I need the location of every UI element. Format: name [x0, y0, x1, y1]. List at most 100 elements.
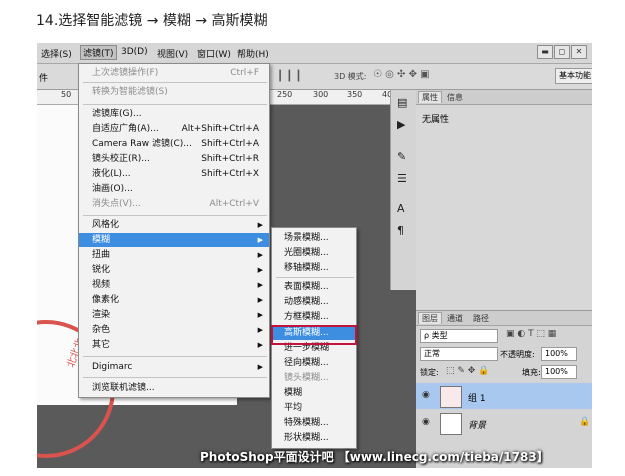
layers-panel: 图层 通道 路径 ρ 类型 ▣ ◐ T ⬚ ▦ 正常 不透明度: 100% 锁定…: [416, 310, 592, 468]
menu-item[interactable]: 特殊模糊...: [272, 416, 356, 430]
menu-item[interactable]: 像素化 ▶: [79, 293, 269, 307]
close-icon[interactable]: ✕: [571, 45, 587, 59]
paragraph-icon[interactable]: ¶: [397, 224, 404, 237]
menu-item-label: 特殊模糊...: [284, 418, 329, 428]
right-panels: 属性 信息 无属性 图层 通道 路径 ρ 类型 ▣ ◐ T ⬚ ▦ 正常 不透明…: [416, 90, 592, 468]
menu-item[interactable]: 消失点(V)... Alt+Ctrl+V: [79, 197, 269, 211]
tab-channels[interactable]: 通道: [444, 313, 466, 324]
menu-item[interactable]: 渲染 ▶: [79, 308, 269, 322]
fill-input[interactable]: 100%: [541, 365, 577, 379]
lock-icon: 🔒: [579, 417, 591, 427]
menu-item[interactable]: 浏览联机滤镜...: [79, 381, 269, 395]
layer-thumbnail: [440, 413, 462, 435]
menu-item-label: 模糊: [92, 235, 111, 245]
lock-icons[interactable]: ⬚ ✎ ✥ 🔒: [446, 366, 489, 376]
menu-separator: [276, 277, 354, 278]
opacity-label: 不透明度:: [500, 350, 535, 359]
menu-item-label: 自适应广角(A)...: [92, 124, 159, 134]
menu-item[interactable]: 模糊 ▶: [79, 233, 269, 247]
tab-paths[interactable]: 路径: [470, 313, 492, 324]
restore-icon[interactable]: ◻: [554, 45, 570, 59]
menu-item[interactable]: 平均: [272, 401, 356, 415]
3d-tools-icon[interactable]: ☉ ◎ ✣ ✥ ▣: [373, 69, 430, 80]
menu-filter[interactable]: 滤镜(T): [80, 45, 117, 60]
menu-item[interactable]: 锐化 ▶: [79, 263, 269, 277]
menu-item[interactable]: 移轴模糊...: [272, 261, 356, 275]
tab-layers[interactable]: 图层: [418, 312, 442, 324]
menu-item[interactable]: 自适应广角(A)... Alt+Shift+Ctrl+A: [79, 122, 269, 136]
submenu-arrow-icon: ▶: [257, 311, 263, 319]
photoshop-window: 选择(S) 滤镜(T) 3D(D) 视图(V) 窗口(W) 帮助(H) ▬ ◻ …: [37, 43, 592, 468]
layer-kind-filter[interactable]: ρ 类型: [420, 329, 498, 343]
menu-item[interactable]: 转换为智能滤镜(S): [79, 85, 269, 99]
adjust-icon[interactable]: ☰: [397, 172, 407, 185]
workspace-button[interactable]: 基本功能: [555, 68, 592, 84]
options-left-label: 件: [39, 74, 49, 84]
filter-menu: 上次滤镜操作(F) Ctrl+F 转换为智能滤镜(S) 滤镜库(G)... 自适应广角(…: [78, 63, 270, 398]
submenu-arrow-icon: ▶: [257, 363, 263, 371]
menu-item-shortcut: Shift+Ctrl+R: [201, 154, 259, 164]
tab-info[interactable]: 信息: [444, 92, 466, 103]
tab-properties[interactable]: 属性: [418, 91, 442, 103]
align-icon[interactable]: ┃ ┃ ┃: [277, 71, 301, 82]
menu-item[interactable]: 扭曲 ▶: [79, 248, 269, 262]
layer-name: 组 1: [468, 394, 486, 404]
menu-item-label: 风格化: [92, 220, 120, 230]
blend-mode-select[interactable]: 正常: [420, 347, 498, 361]
play-actions-icon[interactable]: ▶: [397, 118, 405, 131]
layer-row-background[interactable]: ◉ 背景 🔒: [416, 410, 592, 436]
menu-item-label: 滤镜库(G)...: [92, 109, 142, 119]
menu-item-label: 模糊: [284, 388, 303, 398]
eye-icon[interactable]: ◉: [422, 390, 430, 400]
menu-window[interactable]: 窗口(W): [197, 47, 231, 60]
layer-filter-icons[interactable]: ▣ ◐ T ⬚ ▦: [506, 329, 556, 339]
menu-item[interactable]: 形状模糊...: [272, 431, 356, 445]
menu-item-label: 场景模糊...: [284, 233, 329, 243]
layer-name: 背景: [468, 421, 487, 431]
menu-item-label: Digimarc: [92, 362, 133, 372]
menu-item-label: 渲染: [92, 310, 111, 320]
menu-item[interactable]: Digimarc ▶: [79, 360, 269, 374]
menu-item[interactable]: 方框模糊...: [272, 310, 356, 324]
menu-item[interactable]: 镜头校正(R)... Shift+Ctrl+R: [79, 152, 269, 166]
submenu-arrow-icon: ▶: [257, 221, 263, 229]
menu-item[interactable]: 其它 ▶: [79, 338, 269, 352]
menu-3d[interactable]: 3D(D): [121, 47, 148, 57]
minimize-icon[interactable]: ▬: [537, 45, 553, 59]
menu-item[interactable]: 滤镜库(G)...: [79, 107, 269, 121]
menu-item[interactable]: 上次滤镜操作(F) Ctrl+F: [79, 66, 269, 80]
menu-item-label: 锐化: [92, 265, 111, 275]
menu-item-label: 移轴模糊...: [284, 263, 329, 273]
submenu-arrow-icon: ▶: [257, 326, 263, 334]
menu-item[interactable]: 风格化 ▶: [79, 218, 269, 232]
menu-item-label: 转换为智能滤镜(S): [92, 87, 168, 97]
ruler-tick: 250: [277, 90, 293, 99]
menu-separator: [83, 377, 267, 378]
ruler-tick: 350: [347, 90, 363, 99]
menu-item-shortcut: Ctrl+F: [230, 68, 259, 78]
character-icon[interactable]: A: [397, 202, 405, 215]
menu-separator: [83, 104, 267, 105]
opacity-input[interactable]: 100%: [541, 347, 577, 361]
brush-icon[interactable]: ✎: [397, 150, 406, 163]
menu-item[interactable]: 杂色 ▶: [79, 323, 269, 337]
menu-item[interactable]: 镜头模糊...: [272, 371, 356, 385]
menu-help[interactable]: 帮助(H): [237, 47, 269, 60]
properties-content: 无属性: [422, 115, 450, 125]
history-icon[interactable]: ▤: [397, 96, 407, 109]
layer-row-group[interactable]: ◉ 组 1: [416, 383, 592, 409]
menu-item[interactable]: 表面模糊...: [272, 280, 356, 294]
menu-item[interactable]: 场景模糊...: [272, 231, 356, 245]
menu-item[interactable]: 模糊: [272, 386, 356, 400]
menu-item[interactable]: Camera Raw 滤镜(C)... Shift+Ctrl+A: [79, 137, 269, 151]
menu-item-label: 消失点(V)...: [92, 199, 141, 209]
eye-icon[interactable]: ◉: [422, 417, 430, 427]
menu-view[interactable]: 视图(V): [157, 47, 188, 60]
menu-item[interactable]: 径向模糊...: [272, 356, 356, 370]
menu-select[interactable]: 选择(S): [41, 47, 72, 60]
menu-item[interactable]: 油画(O)...: [79, 182, 269, 196]
menu-item[interactable]: 视频 ▶: [79, 278, 269, 292]
menu-item[interactable]: 液化(L)... Shift+Ctrl+X: [79, 167, 269, 181]
menu-item[interactable]: 光圈模糊...: [272, 246, 356, 260]
menu-item[interactable]: 动感模糊...: [272, 295, 356, 309]
